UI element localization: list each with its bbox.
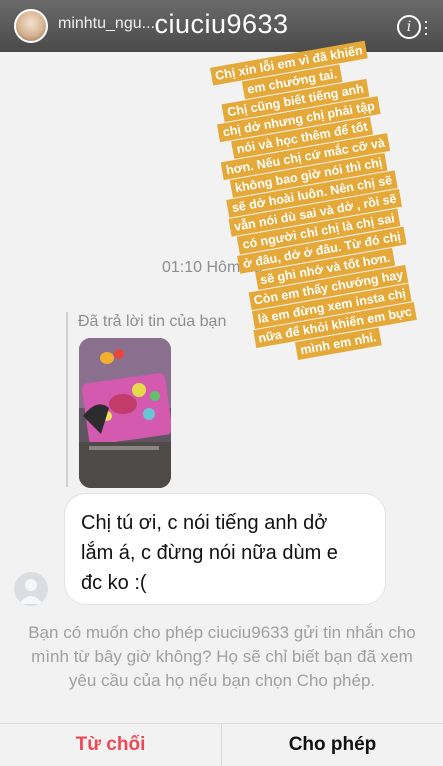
info-icon[interactable]: i (397, 15, 421, 39)
default-avatar-icon (19, 579, 43, 604)
message-line: đc ko :( (81, 572, 147, 594)
sender-avatar[interactable] (14, 572, 48, 606)
reply-label: Đã trả lời tin của bạn (78, 313, 227, 330)
story-text-note: Chị xin lỗi em vì đã khiến em chướng tai… (181, 36, 443, 360)
more-dots-icon[interactable]: · · · (421, 12, 431, 42)
decline-button[interactable]: Từ chối (0, 724, 221, 766)
story-thumbnail-image (79, 338, 171, 488)
message-line: lắm á, c đừng nói nữa dùm e (81, 542, 338, 564)
reply-indicator-bar (66, 312, 68, 487)
allow-button[interactable]: Cho phép (222, 724, 443, 766)
message-line: Chị tú ơi, c nói tiếng anh dở (81, 512, 328, 534)
chat-title: ciuciu9633 (154, 9, 289, 39)
replied-story-thumbnail[interactable] (79, 338, 171, 488)
message-request-prompt: Bạn có muốn cho phép ciuciu9633 gửi tin … (28, 623, 416, 690)
message-bubble[interactable]: Chị tú ơi, c nói tiếng anh dở lắm á, c đ… (64, 493, 386, 605)
